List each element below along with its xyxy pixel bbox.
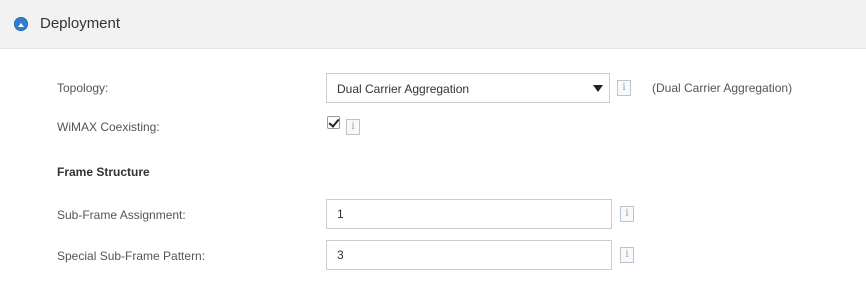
- special-subframe-pattern-input[interactable]: [326, 240, 612, 270]
- section-title: Deployment: [40, 15, 121, 32]
- topology-hint: (Dual Carrier Aggregation): [652, 81, 793, 95]
- wimax-coexisting-checkbox[interactable]: [327, 116, 340, 129]
- info-icon[interactable]: i: [617, 80, 631, 96]
- topology-select[interactable]: Dual Carrier Aggregation: [326, 73, 610, 103]
- info-icon[interactable]: i: [620, 206, 634, 222]
- info-icon[interactable]: i: [620, 247, 634, 263]
- topology-selected-value: Dual Carrier Aggregation: [337, 82, 470, 96]
- collapse-icon[interactable]: [14, 17, 28, 31]
- special-subframe-pattern-label: Special Sub-Frame Pattern:: [57, 249, 206, 263]
- wimax-coexisting-label: WiMAX Coexisting:: [57, 120, 160, 134]
- section-header-deployment[interactable]: Deployment: [0, 0, 866, 49]
- subframe-assignment-input[interactable]: [326, 199, 612, 229]
- deployment-panel: Deployment Topology: Dual Carrier Aggreg…: [0, 0, 866, 291]
- dropdown-arrow-icon[interactable]: [593, 85, 603, 92]
- topology-label: Topology:: [57, 81, 109, 95]
- subframe-assignment-label: Sub-Frame Assignment:: [57, 208, 186, 222]
- info-icon[interactable]: i: [346, 119, 360, 135]
- frame-structure-heading: Frame Structure: [57, 165, 150, 179]
